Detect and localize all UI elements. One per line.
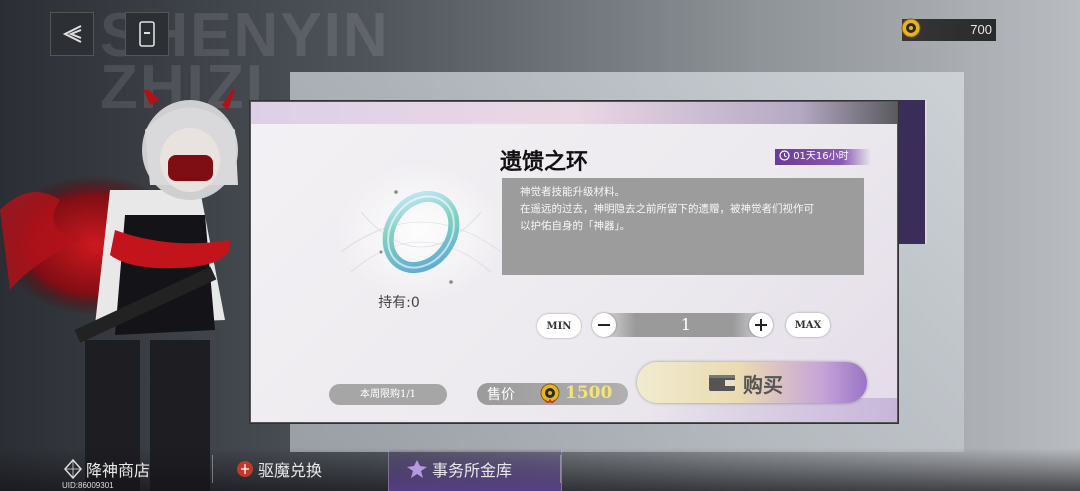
- nav-item-shop[interactable]: 降神商店: [64, 455, 150, 483]
- price-value: 1500: [565, 383, 613, 403]
- nav-item-vault[interactable]: 事务所金库: [406, 455, 512, 483]
- nav-divider: [212, 455, 213, 483]
- vault-icon: [407, 460, 427, 478]
- minus-icon: [598, 324, 610, 326]
- price-box: 售价 1500: [477, 383, 628, 405]
- coin-icon: [540, 383, 560, 403]
- owned-count: 持有:0: [378, 295, 420, 311]
- plus-icon: [755, 319, 767, 331]
- nav-label: 降神商店: [86, 461, 151, 480]
- nav-label: 驱魔兑换: [258, 461, 323, 480]
- buy-button[interactable]: 购买: [637, 362, 867, 403]
- nav-item-exchange[interactable]: 驱魔兑换: [236, 455, 322, 483]
- buy-label: 购买: [743, 373, 783, 397]
- back-arrow-icon: [62, 25, 82, 43]
- quantity-value: 1: [680, 315, 692, 334]
- currency-amount: 700: [970, 22, 992, 37]
- description-line: 以护佑自身的「神器」。: [520, 220, 631, 232]
- currency-display: 700: [901, 18, 996, 41]
- nav-label: 事务所金库: [432, 461, 513, 480]
- item-name: 遗馈之环: [500, 149, 589, 175]
- back-button[interactable]: [50, 12, 94, 56]
- coin-icon: [901, 18, 921, 38]
- background-card: [895, 100, 927, 244]
- wallet-icon: [709, 375, 735, 391]
- weekly-limit: 本周限购1/1: [329, 384, 447, 405]
- max-button[interactable]: MAX: [786, 313, 830, 337]
- decrease-button[interactable]: [592, 313, 616, 337]
- clock-icon: [779, 150, 790, 161]
- diamond-icon: [64, 459, 82, 479]
- dialog-header-bar: [251, 102, 897, 124]
- timer-text: 01天16小时: [793, 151, 849, 162]
- purchase-dialog: 持有:0 遗馈之环 01天16小时 神觉者技能升级材料。 在遥远的过去，神明隐去…: [250, 101, 898, 423]
- phone-button[interactable]: [125, 12, 169, 56]
- description-line: 神觉者技能升级材料。: [520, 186, 625, 198]
- timer-badge: 01天16小时: [775, 149, 871, 165]
- min-button[interactable]: MIN: [537, 314, 581, 338]
- phone-icon: [139, 21, 155, 47]
- item-description: 神觉者技能升级材料。 在遥远的过去，神明隐去之前所留下的遗赠，被神觉者们视作可 …: [502, 178, 864, 275]
- nav-divider: [560, 455, 561, 483]
- increase-button[interactable]: [749, 313, 773, 337]
- description-line: 在遥远的过去，神明隐去之前所留下的遗赠，被神觉者们视作可: [520, 203, 814, 215]
- exorcism-icon: [237, 461, 253, 477]
- user-id: UID:86009301: [62, 481, 114, 490]
- price-label: 售价: [487, 387, 515, 403]
